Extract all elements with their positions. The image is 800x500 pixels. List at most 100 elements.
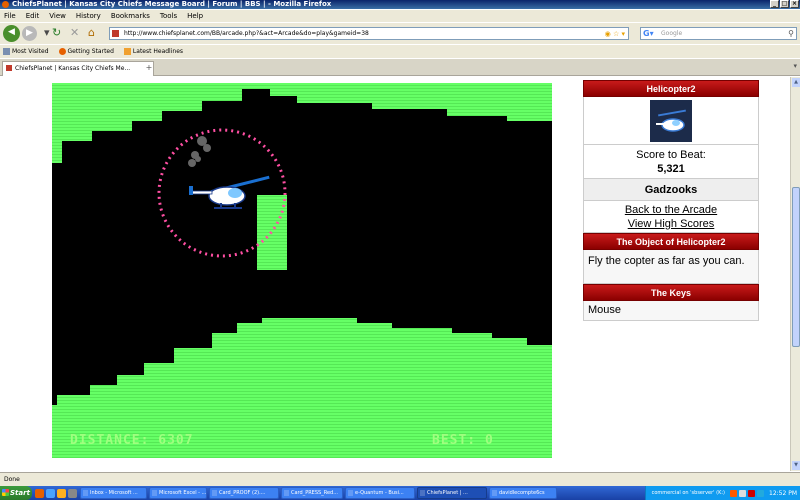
task-excel[interactable]: Microsoft Excel - ...	[149, 487, 207, 499]
score-value: 5,321	[657, 163, 685, 175]
close-button[interactable]: ×	[790, 0, 799, 8]
menu-history[interactable]: History	[76, 10, 101, 22]
maximize-button[interactable]: □	[780, 0, 789, 8]
score-label: Score to Beat:	[636, 149, 706, 161]
distance-readout: DISTANCE: 6307	[70, 433, 194, 448]
firefox-quicklaunch-icon[interactable]	[35, 488, 44, 498]
best-readout: BEST: 0	[432, 433, 494, 448]
search-placeholder: Google	[661, 30, 683, 37]
outlook-quicklaunch-icon[interactable]	[57, 488, 66, 498]
home-icon[interactable]: ⌂	[88, 27, 95, 39]
site-favicon-icon	[6, 65, 12, 71]
object-header: The Object of Helicopter2	[583, 233, 759, 250]
url-bar[interactable]: http://www.chiefsplanet.com/BB/arcade.ph…	[109, 27, 629, 40]
window-title: ChiefsPlanet | Kansas City Chiefs Messag…	[12, 0, 332, 8]
forward-button[interactable]: ▶	[22, 26, 37, 41]
back-to-arcade-link[interactable]: Back to the Arcade	[584, 203, 758, 217]
menu-bookmarks[interactable]: Bookmarks	[111, 10, 150, 22]
task-inbox-outlook[interactable]: Inbox - Microsoft ...	[80, 487, 147, 499]
page-content: DISTANCE: 6307 BEST: 0 Helicopter2 Score…	[0, 77, 790, 471]
keys-header: The Keys	[583, 284, 759, 301]
task-equantum[interactable]: e-Quantum - Busi...	[345, 487, 415, 499]
firefox-window: ChiefsPlanet | Kansas City Chiefs Messag…	[0, 0, 800, 500]
best-label: BEST:	[432, 433, 477, 448]
quick-launch	[32, 488, 80, 498]
windows-taskbar: Start Inbox - Microsoft ... Microsoft Ex…	[0, 486, 800, 500]
cave-ceiling	[52, 83, 552, 163]
smoke-puffs	[188, 136, 211, 167]
minimize-button[interactable]: _	[770, 0, 779, 8]
ie-quicklaunch-icon[interactable]	[46, 488, 55, 498]
window-controls: _ □ ×	[770, 0, 799, 9]
scrollbar-thumb[interactable]	[792, 187, 800, 347]
stop-icon[interactable]: ✕	[70, 27, 79, 39]
back-button[interactable]: ◀	[3, 25, 20, 42]
view-high-scores-link[interactable]: View High Scores	[584, 217, 758, 231]
task-davidlecompte[interactable]: davidlecompte6cs	[489, 487, 557, 499]
task-card-press[interactable]: Card_PRESS_Red...	[281, 487, 343, 499]
firefox-icon	[58, 48, 66, 55]
network-drive-notice: commercial on 'sbserver' (K:)	[651, 490, 725, 496]
tray-network-icon[interactable]	[739, 489, 746, 497]
arcade-links: Back to the Arcade View High Scores	[583, 201, 759, 233]
tray-app-icon[interactable]	[730, 489, 737, 497]
tray-antivirus-icon[interactable]	[748, 489, 755, 497]
bookmarks-toolbar: Most Visited Getting Started Latest Head…	[0, 45, 800, 58]
top-player-name: Gadzooks	[583, 179, 759, 201]
window-title-bar: ChiefsPlanet | Kansas City Chiefs Messag…	[0, 0, 800, 9]
firefox-icon	[2, 1, 9, 8]
status-text: Done	[4, 476, 20, 483]
new-tab-button[interactable]: +	[142, 62, 156, 74]
navigation-toolbar: ◀ ▶ ▾ ↻ ✕ ⌂ http://www.chiefsplanet.com/…	[0, 23, 800, 44]
bookmark-most-visited[interactable]: Most Visited	[3, 45, 49, 58]
helicopter-thumbnail-icon[interactable]	[650, 99, 692, 142]
menu-file[interactable]: File	[4, 10, 16, 22]
gear-icon	[3, 48, 10, 55]
start-label: Start	[10, 489, 30, 497]
clock: 12:52 PM	[769, 489, 797, 497]
google-icon[interactable]: G▾	[643, 29, 654, 39]
game-info-sidebar: Helicopter2 Score to Beat: 5,321 Gadzook…	[583, 80, 759, 332]
tab-label: ChiefsPlanet | Kansas City Chiefs Me...	[15, 65, 131, 72]
search-input[interactable]: G▾ Google ⚲	[640, 27, 797, 40]
task-chiefsplanet[interactable]: ChiefsPlanet | ...	[417, 487, 487, 499]
menu-view[interactable]: View	[49, 10, 66, 22]
system-tray: commercial on 'sbserver' (K:) 12:52 PM	[644, 486, 800, 500]
reload-icon[interactable]: ↻	[52, 27, 61, 39]
bookmark-getting-started[interactable]: Getting Started	[58, 45, 114, 58]
status-bar: Done	[0, 472, 800, 486]
game-playfield	[52, 83, 552, 458]
start-button[interactable]: Start	[0, 486, 32, 500]
more-quicklaunch-icon[interactable]	[68, 488, 77, 498]
task-card-proof[interactable]: Card_PROOF (2)....	[209, 487, 279, 499]
game-title-header: Helicopter2	[583, 80, 759, 97]
history-dropdown-icon[interactable]: ▾	[44, 27, 50, 39]
tab-chiefsplanet[interactable]: ChiefsPlanet | Kansas City Chiefs Me...	[2, 61, 154, 76]
menu-tools[interactable]: Tools	[160, 10, 177, 22]
helicopter-game-canvas[interactable]: DISTANCE: 6307 BEST: 0	[52, 83, 552, 458]
tab-list-icon[interactable]: ▾	[793, 62, 797, 70]
bookmark-star-icon[interactable]: ◉ ☆ ▾	[605, 29, 625, 39]
menu-bar: File Edit View History Bookmarks Tools H…	[0, 10, 800, 22]
score-to-beat-box: Score to Beat: 5,321	[583, 145, 759, 179]
keys-description: Mouse	[583, 301, 759, 321]
game-thumbnail-box	[583, 97, 759, 145]
object-description: Fly the copter as far as you can.	[583, 250, 759, 284]
best-value: 0	[484, 433, 494, 448]
bookmark-label: Getting Started	[67, 48, 114, 55]
bookmark-latest-headlines[interactable]: Latest Headlines	[123, 45, 183, 58]
distance-label: DISTANCE:	[70, 433, 150, 448]
rss-icon	[123, 48, 131, 55]
search-icon[interactable]: ⚲	[788, 28, 794, 39]
bookmark-label: Most Visited	[12, 48, 49, 55]
distance-value: 6307	[158, 433, 194, 448]
page-scrollbar[interactable]: ▲ ▼	[790, 77, 800, 471]
scroll-down-icon[interactable]: ▼	[792, 461, 800, 470]
tab-strip: ChiefsPlanet | Kansas City Chiefs Me... …	[0, 59, 800, 76]
url-text: http://www.chiefsplanet.com/BB/arcade.ph…	[124, 30, 369, 37]
tray-volume-icon[interactable]	[757, 489, 764, 497]
site-favicon-icon	[112, 30, 119, 37]
menu-edit[interactable]: Edit	[26, 10, 40, 22]
menu-help[interactable]: Help	[187, 10, 203, 22]
scroll-up-icon[interactable]: ▲	[792, 78, 800, 87]
